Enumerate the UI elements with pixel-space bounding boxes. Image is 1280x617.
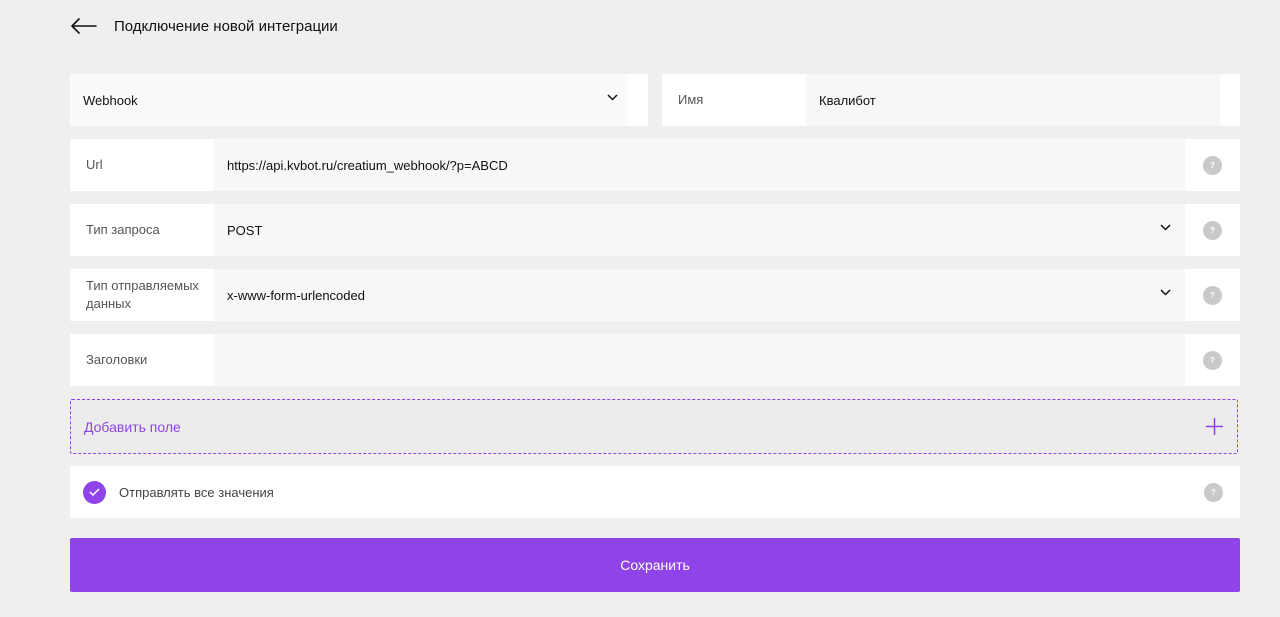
arrow-left-icon	[71, 18, 97, 34]
save-button[interactable]: Сохранить	[70, 538, 1240, 592]
data-type-select[interactable]: x-www-form-urlencoded	[214, 269, 1185, 321]
question-icon[interactable]: ?	[1204, 483, 1223, 502]
question-icon[interactable]: ?	[1203, 220, 1222, 240]
send-all-label: Отправлять все значения	[119, 484, 274, 500]
headers-row: Заголовки ?	[70, 334, 1240, 386]
name-label: Имя	[662, 74, 806, 126]
request-type-label: Тип запроса	[70, 204, 214, 256]
headers-label: Заголовки	[70, 334, 214, 386]
send-all-checkbox[interactable]	[83, 480, 106, 504]
plus-icon	[1206, 418, 1223, 435]
help-cell: ?	[1185, 334, 1240, 386]
data-type-row: Тип отправляемых данных x-www-form-urlen…	[70, 269, 1240, 321]
question-icon[interactable]: ?	[1203, 285, 1222, 305]
add-field-label: Добавить поле	[84, 418, 181, 435]
question-icon[interactable]: ?	[1203, 350, 1222, 370]
request-type-select[interactable]: POST	[214, 204, 1185, 256]
chevron-down-icon	[1160, 289, 1171, 296]
integration-type-select[interactable]: Webhook	[70, 74, 648, 126]
add-field-button[interactable]: Добавить поле	[70, 399, 1238, 454]
help-cell: ?	[1185, 269, 1240, 321]
name-field: Имя Квалибот	[662, 74, 1240, 126]
help-cell: ?	[1185, 139, 1240, 191]
data-type-value: x-www-form-urlencoded	[227, 287, 365, 303]
back-button[interactable]	[70, 12, 98, 40]
page-title: Подключение новой интеграции	[114, 17, 338, 35]
name-input[interactable]: Квалибот	[806, 74, 1220, 126]
url-row: Url https://api.kvbot.ru/creatium_webhoo…	[70, 139, 1240, 191]
chevron-down-icon	[607, 94, 618, 101]
chevron-down-icon	[1160, 224, 1171, 231]
request-type-row: Тип запроса POST ?	[70, 204, 1240, 256]
headers-input[interactable]	[214, 334, 1185, 386]
help-cell: ?	[1185, 204, 1240, 256]
select-edge	[628, 74, 648, 126]
check-icon	[89, 488, 100, 496]
integration-type-value: Webhook	[83, 92, 138, 108]
url-input[interactable]: https://api.kvbot.ru/creatium_webhook/?p…	[214, 139, 1185, 191]
request-type-value: POST	[227, 222, 263, 238]
data-type-label: Тип отправляемых данных	[70, 269, 214, 321]
send-all-row: Отправлять все значения ?	[70, 466, 1240, 518]
url-label: Url	[70, 139, 214, 191]
page-header: Подключение новой интеграции	[70, 12, 338, 40]
question-icon[interactable]: ?	[1203, 155, 1222, 175]
